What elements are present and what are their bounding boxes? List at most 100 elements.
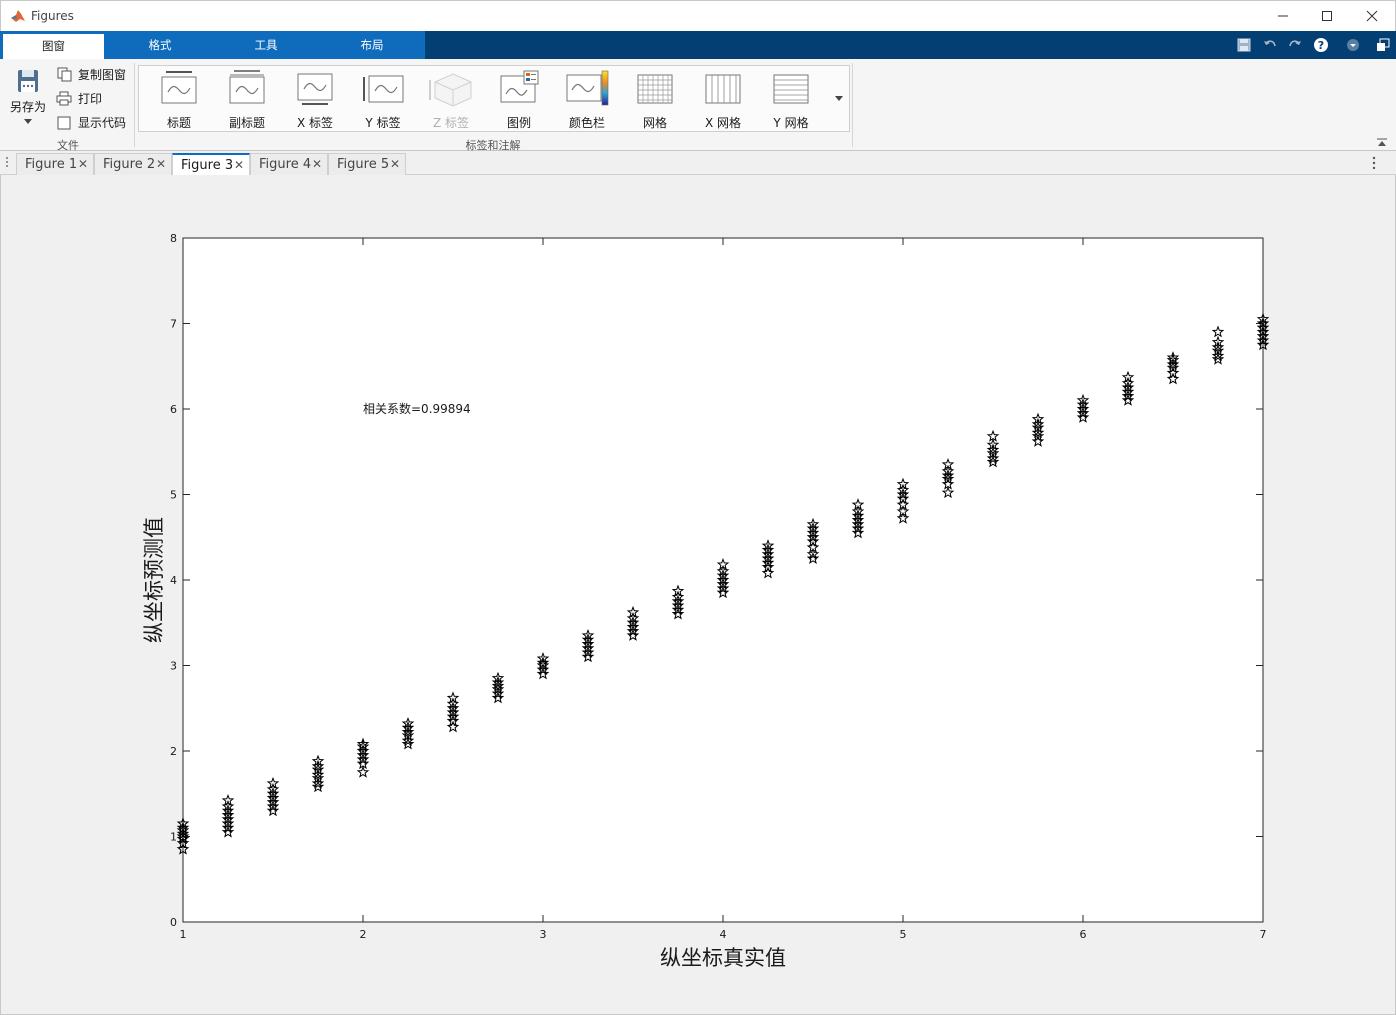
y-tick-label: 2 bbox=[170, 745, 177, 758]
close-icon[interactable]: ✕ bbox=[312, 154, 322, 175]
xlabel-icon bbox=[297, 73, 333, 105]
x-tick-label: 2 bbox=[360, 928, 367, 941]
xgrid-button[interactable]: X 网格 bbox=[692, 70, 754, 130]
gallery-expand-button[interactable] bbox=[829, 66, 849, 131]
ribbon-tab-strip: 图窗 格式 工具 布局 ? bbox=[0, 31, 1396, 59]
checkbox-unchecked-icon bbox=[56, 115, 72, 131]
x-axis-label: 纵坐标真实值 bbox=[660, 946, 786, 970]
legend-button[interactable]: 图例 bbox=[488, 70, 550, 130]
title-label: 标题 bbox=[166, 116, 191, 130]
grid-label: 网格 bbox=[642, 116, 667, 130]
tab-figure-5[interactable]: Figure 5 ✕ bbox=[328, 153, 406, 175]
ygrid-button[interactable]: Y 网格 bbox=[760, 70, 822, 130]
y-tick-label: 8 bbox=[170, 232, 177, 245]
minimize-button[interactable] bbox=[1260, 4, 1306, 28]
tab-figure-3[interactable]: Figure 3 ✕ bbox=[172, 153, 250, 176]
show-code-label: 显示代码 bbox=[78, 116, 127, 130]
colorbar-button[interactable]: 颜色栏 bbox=[556, 70, 618, 130]
colorbar-icon bbox=[566, 70, 609, 106]
subtitle-icon bbox=[229, 70, 265, 104]
grid-icon bbox=[637, 74, 673, 104]
subtitle-button[interactable]: 副标题 bbox=[216, 70, 278, 130]
undock-icon[interactable] bbox=[1375, 37, 1391, 53]
dropdown-icon[interactable] bbox=[1345, 37, 1361, 53]
collapse-ribbon-button[interactable] bbox=[1376, 137, 1388, 147]
tab-figure-4[interactable]: Figure 4 ✕ bbox=[250, 153, 328, 175]
legend-icon bbox=[500, 70, 539, 103]
xgrid-icon bbox=[705, 74, 741, 104]
show-code-checkbox[interactable]: 显示代码 bbox=[56, 114, 126, 131]
tab-label: Figure 2 bbox=[103, 157, 156, 172]
tab-figure-2[interactable]: Figure 2 ✕ bbox=[94, 153, 172, 175]
close-icon[interactable]: ✕ bbox=[78, 154, 88, 175]
title-icon bbox=[161, 71, 197, 104]
zlabel-button[interactable]: Z 标签 bbox=[420, 70, 482, 130]
ribbon-panel: 另存为 复制图窗 打印 显示代码 文件 标题 副标题 X 标签 Y 标签 Z 标… bbox=[0, 59, 1396, 152]
subtitle-label: 副标题 bbox=[228, 116, 265, 130]
x-tick-label: 3 bbox=[540, 928, 547, 941]
matlab-logo-icon bbox=[10, 8, 26, 24]
xgrid-label: X 网格 bbox=[704, 116, 742, 130]
chevron-down-icon bbox=[835, 96, 843, 101]
y-axis-label: 纵坐标预测值 bbox=[142, 517, 166, 643]
collapse-ribbon-icon bbox=[1377, 138, 1387, 146]
figure-tab-bar: Figure 1 ✕ Figure 2 ✕ Figure 3 ✕ Figure 4 ✕ … bbox=[0, 151, 1396, 176]
x-tick-label: 5 bbox=[900, 928, 907, 941]
minimize-icon bbox=[1278, 15, 1288, 17]
undo-icon[interactable] bbox=[1262, 37, 1278, 53]
more-options-icon[interactable] bbox=[1372, 156, 1376, 173]
close-icon[interactable]: ✕ bbox=[390, 154, 400, 175]
y-tick-label: 5 bbox=[170, 489, 177, 502]
close-icon[interactable]: ✕ bbox=[156, 154, 166, 175]
copy-figure-label: 复制图窗 bbox=[78, 68, 127, 82]
close-icon bbox=[1366, 10, 1378, 22]
tab-format[interactable]: 格式 bbox=[108, 31, 212, 59]
ygrid-icon bbox=[773, 74, 809, 104]
title-button[interactable]: 标题 bbox=[148, 70, 210, 130]
grid-button[interactable]: 网格 bbox=[624, 70, 686, 130]
window-title-bar: Figures bbox=[0, 0, 1396, 31]
xlabel-button[interactable]: X 标签 bbox=[284, 70, 346, 130]
correlation-annotation: 相关系数=0.99894 bbox=[363, 401, 471, 416]
y-tick-label: 0 bbox=[170, 916, 177, 929]
x-tick-label: 4 bbox=[720, 928, 727, 941]
redo-icon[interactable] bbox=[1287, 37, 1303, 53]
tab-tools[interactable]: 工具 bbox=[214, 31, 318, 59]
copy-figure-button[interactable]: 复制图窗 bbox=[56, 66, 126, 83]
legend-label: 图例 bbox=[506, 116, 531, 130]
print-button[interactable]: 打印 bbox=[56, 90, 102, 107]
copy-icon bbox=[56, 67, 72, 83]
x-tick-label: 7 bbox=[1260, 928, 1267, 941]
scatter-plot[interactable]: 012345678 1234567 相关系数=0.99894 纵坐标真实值 纵坐… bbox=[1, 175, 1395, 1013]
x-tick-label: 1 bbox=[180, 928, 187, 941]
tab-figure[interactable]: 图窗 bbox=[3, 34, 104, 59]
colorbar-label: 颜色栏 bbox=[568, 116, 605, 130]
zlabel-label: Z 标签 bbox=[432, 116, 470, 130]
figure-canvas: 012345678 1234567 相关系数=0.99894 纵坐标真实值 纵坐… bbox=[0, 175, 1396, 1015]
drag-handle-icon[interactable] bbox=[5, 156, 9, 171]
close-button[interactable] bbox=[1349, 4, 1395, 28]
tab-label: Figure 5 bbox=[337, 157, 390, 172]
y-tick-label: 7 bbox=[170, 318, 177, 331]
annotation-gallery: 标题 副标题 X 标签 Y 标签 Z 标签 图例 颜色栏 网格 X 网格 Y 网… bbox=[138, 65, 850, 132]
y-tick-label: 3 bbox=[170, 660, 177, 673]
chevron-down-icon bbox=[24, 119, 32, 124]
tab-layout[interactable]: 布局 bbox=[320, 31, 424, 59]
ylabel-button[interactable]: Y 标签 bbox=[352, 70, 414, 130]
y-tick-label: 4 bbox=[170, 574, 177, 587]
ylabel-icon bbox=[363, 75, 404, 103]
save-as-label: 另存为 bbox=[9, 100, 46, 114]
window-title: Figures bbox=[31, 9, 74, 23]
tab-figure-1[interactable]: Figure 1 ✕ bbox=[16, 153, 94, 175]
save-as-button[interactable]: 另存为 bbox=[6, 65, 50, 131]
y-tick-label: 1 bbox=[170, 831, 177, 844]
tab-label: Figure 3 bbox=[181, 158, 234, 173]
svg-text:?: ? bbox=[1318, 39, 1324, 52]
y-tick-label: 6 bbox=[170, 403, 177, 416]
save-icon[interactable] bbox=[1236, 37, 1252, 53]
save-as-icon bbox=[18, 70, 38, 92]
maximize-button[interactable] bbox=[1304, 4, 1350, 28]
zlabel-icon bbox=[429, 73, 472, 107]
close-icon[interactable]: ✕ bbox=[234, 155, 244, 176]
help-icon[interactable]: ? bbox=[1313, 37, 1329, 53]
